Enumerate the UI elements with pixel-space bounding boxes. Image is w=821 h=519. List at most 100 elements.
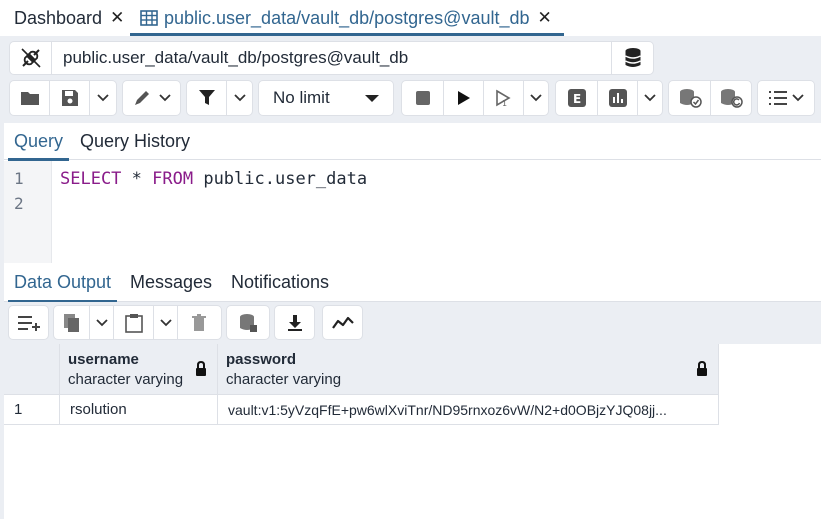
graph-visualiser-button[interactable] — [323, 306, 362, 339]
paste-options-dropdown[interactable] — [154, 306, 178, 339]
explain-button-group: E — [555, 80, 663, 116]
new-connection-button[interactable] — [611, 42, 653, 74]
chevron-down-icon — [159, 318, 172, 326]
tab-messages[interactable]: Messages — [130, 263, 212, 302]
save-file-button[interactable] — [50, 81, 90, 115]
filter-dropdown[interactable] — [227, 81, 252, 115]
column-header-username[interactable]: username character varying — [60, 344, 218, 395]
copy-options-dropdown[interactable] — [90, 306, 114, 339]
svg-text:1: 1 — [502, 99, 507, 107]
commit-button[interactable] — [669, 81, 711, 115]
edit-button-group — [122, 80, 181, 116]
tab-query[interactable]: Query — [7, 123, 70, 161]
copy-icon — [63, 313, 79, 332]
chevron-down-icon — [792, 94, 804, 102]
rollback-button[interactable] — [711, 81, 751, 115]
rollback-icon — [721, 89, 743, 108]
column-type: character varying — [226, 371, 342, 388]
table-cell[interactable]: rsolution — [60, 395, 218, 425]
add-row-button[interactable] — [9, 306, 48, 339]
stop-query-button[interactable] — [402, 81, 444, 115]
close-icon[interactable]: ✕ — [538, 8, 552, 28]
explain-button[interactable]: E — [556, 81, 598, 115]
column-name: password — [226, 351, 297, 368]
execute-script-button[interactable]: 1 — [484, 81, 524, 115]
filter-icon — [198, 90, 215, 105]
line-chart-icon — [331, 316, 354, 329]
svg-text:E: E — [573, 92, 581, 106]
execute-button-group: 1 — [401, 80, 549, 116]
table-cell[interactable]: vault:v1:5yVzqFfE+pw6wlXviTnr/ND95rnxoz6… — [218, 395, 719, 425]
save-options-dropdown[interactable] — [90, 81, 116, 115]
edit-options-button[interactable] — [123, 81, 180, 115]
tab-data-output[interactable]: Data Output — [7, 263, 118, 303]
transaction-button-group — [668, 80, 752, 116]
connection-status-button[interactable] — [10, 42, 52, 74]
add-row-group — [8, 305, 49, 340]
graph-group — [322, 305, 363, 340]
chevron-down-icon — [97, 94, 109, 102]
macros-button-group — [757, 80, 815, 116]
save-data-button[interactable] — [227, 306, 269, 339]
grid-corner-cell[interactable] — [4, 344, 60, 395]
delete-row-button[interactable] — [178, 306, 220, 339]
line-number: 1 — [14, 169, 24, 188]
row-number: 1 — [14, 401, 23, 418]
explain-analyze-button[interactable] — [598, 81, 638, 115]
download-group — [274, 305, 315, 340]
tab-dashboard-label: Dashboard — [14, 7, 103, 28]
download-button[interactable] — [275, 306, 314, 339]
save-data-icon — [240, 313, 257, 332]
paste-button[interactable] — [114, 306, 154, 339]
table-icon — [140, 10, 158, 26]
connection-bar: public.user_data/vault_db/postgres@vault… — [9, 41, 654, 75]
stop-icon — [415, 91, 430, 105]
document-tab-bar: Dashboard ✕ public.user_data/vault_db/po… — [0, 0, 821, 36]
filter-button-group — [186, 80, 253, 116]
rows-limit-select[interactable]: No limit — [258, 80, 394, 116]
sql-keyword-from: FROM — [152, 169, 194, 189]
tab-query-editor[interactable]: public.user_data/vault_db/postgres@vault… — [130, 0, 564, 36]
edit-icon — [134, 91, 149, 105]
cell-value-username: rsolution — [70, 401, 127, 418]
query-panel: Query Query History 1 2 SELECT * FROM pu… — [4, 123, 821, 263]
chevron-down-icon — [158, 94, 171, 102]
tab-dashboard[interactable]: Dashboard ✕ — [14, 0, 124, 36]
filter-button[interactable] — [187, 81, 227, 115]
tab-query-history[interactable]: Query History — [80, 123, 190, 160]
execute-options-dropdown[interactable] — [524, 81, 548, 115]
sql-keyword-select: SELECT — [60, 169, 122, 189]
chevron-down-icon — [644, 94, 656, 102]
copy-button[interactable] — [54, 306, 90, 339]
file-button-group — [9, 80, 117, 116]
lock-icon — [196, 361, 206, 376]
download-icon — [287, 314, 302, 331]
execute-script-icon: 1 — [495, 89, 511, 107]
line-number: 2 — [14, 194, 24, 213]
tab-notifications[interactable]: Notifications — [231, 263, 329, 302]
macros-button[interactable] — [758, 81, 814, 115]
sql-editor[interactable]: SELECT * FROM public.user_data — [60, 169, 367, 189]
line-number-gutter: 1 2 — [4, 161, 52, 263]
sql-table-name: public.user_data — [193, 169, 368, 189]
execute-button[interactable] — [444, 81, 484, 115]
chevron-down-icon — [233, 94, 246, 102]
rows-limit-value: No limit — [273, 88, 330, 107]
save-data-group — [226, 305, 270, 340]
add-row-icon — [17, 315, 40, 331]
output-panel: Data Output Messages Notifications usern… — [4, 263, 821, 519]
column-header-password[interactable]: password character varying — [218, 344, 719, 395]
column-type: character varying — [68, 371, 184, 388]
data-grid: username character varying password char… — [4, 344, 821, 519]
row-number-cell[interactable]: 1 — [4, 395, 60, 425]
cell-value-password: vault:v1:5yVzqFfE+pw6wlXviTnr/ND95rnxoz6… — [228, 402, 667, 418]
query-toolbar: No limit 1 E — [0, 80, 821, 118]
close-icon[interactable]: ✕ — [110, 8, 124, 28]
paste-icon — [124, 313, 143, 333]
explain-options-dropdown[interactable] — [638, 81, 662, 115]
plug-icon — [20, 48, 41, 68]
connection-label[interactable]: public.user_data/vault_db/postgres@vault… — [63, 42, 408, 74]
copy-paste-group — [53, 305, 222, 340]
save-icon — [61, 90, 78, 106]
open-file-button[interactable] — [10, 81, 50, 115]
